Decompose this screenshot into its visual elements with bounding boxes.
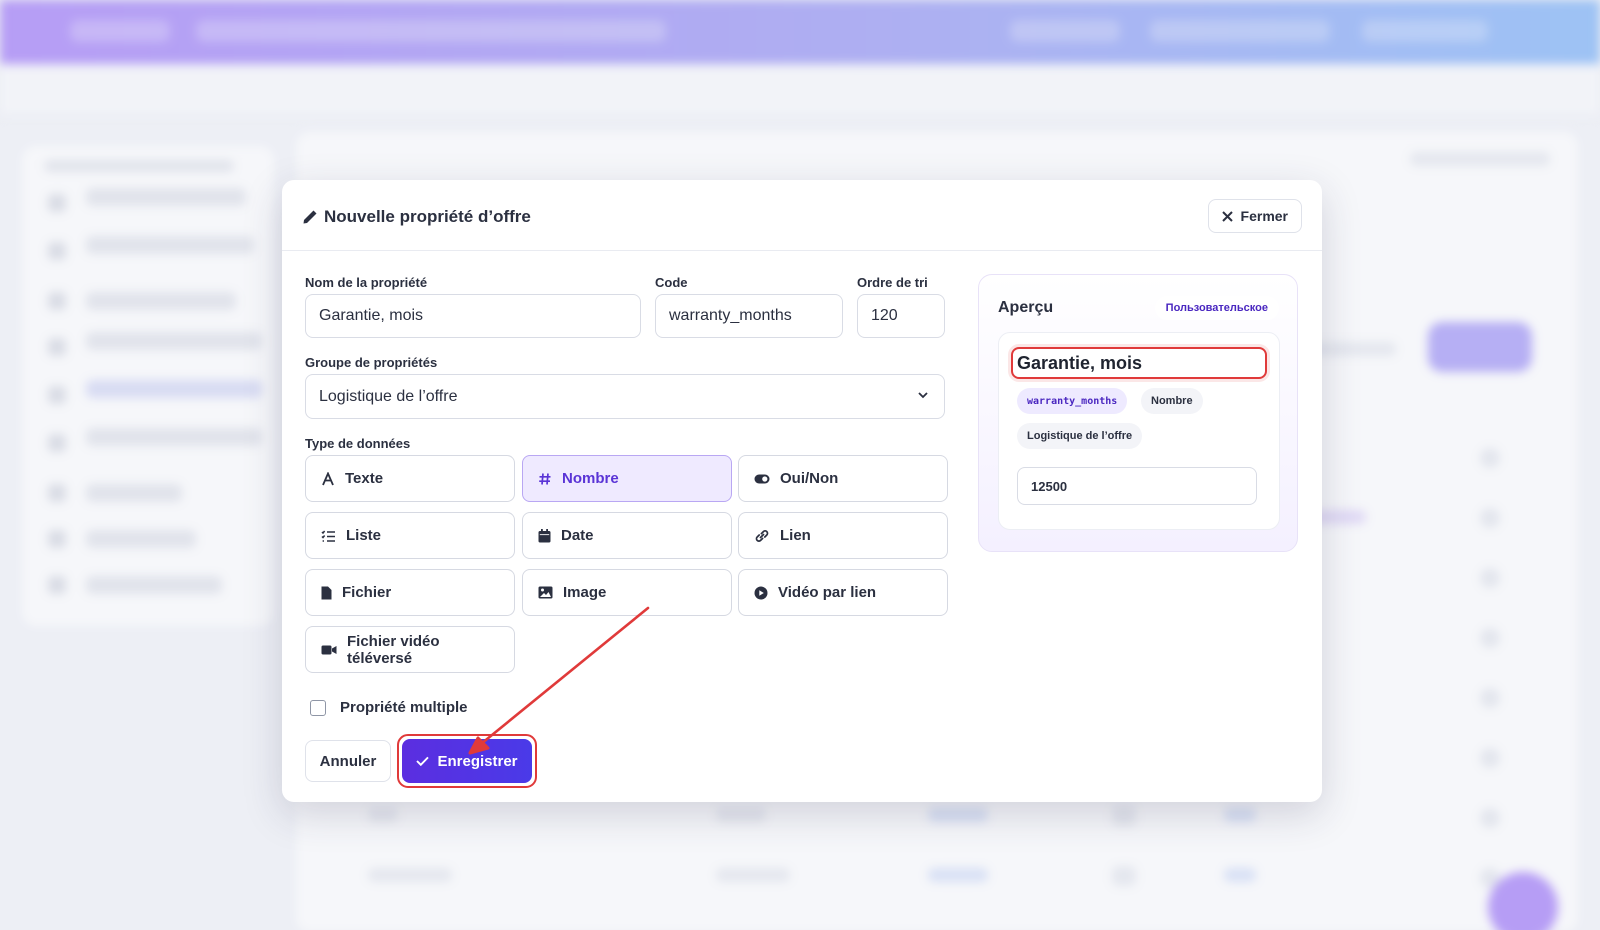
preview-example-input[interactable]: 12500	[1017, 467, 1257, 505]
list-icon	[321, 530, 335, 542]
close-button[interactable]: Fermer	[1207, 199, 1302, 233]
link-icon	[755, 529, 769, 542]
video-camera-icon	[321, 645, 337, 654]
code-input[interactable]: warranty_months	[655, 294, 843, 338]
name-input[interactable]: Garantie, mois	[305, 294, 641, 338]
type-number-button[interactable]: Nombre	[522, 455, 732, 502]
type-file-button[interactable]: Fichier	[305, 569, 515, 616]
save-button[interactable]: Enregistrer	[402, 739, 532, 783]
name-label: Nom de la propriété	[305, 275, 428, 290]
preview-type-chip: Nombre	[1141, 388, 1203, 414]
save-label: Enregistrer	[437, 752, 518, 770]
preview-card: Garantie, mois warranty_months Nombre Lo…	[998, 332, 1280, 530]
preview-name: Garantie, mois	[1011, 347, 1267, 379]
preview-panel: Aperçu Пользовательское Garantie, mois w…	[978, 274, 1298, 552]
type-boolean-button[interactable]: Oui/Non	[738, 455, 948, 502]
preview-group-chip: Logistique de l’offre	[1017, 423, 1143, 449]
close-label: Fermer	[1240, 208, 1288, 224]
preview-badge: Пользовательское	[1154, 296, 1279, 320]
check-icon	[416, 756, 430, 766]
type-list-button[interactable]: Liste	[305, 512, 515, 559]
multiple-checkbox[interactable]	[310, 699, 326, 716]
image-icon	[538, 586, 553, 599]
code-label: Code	[655, 275, 688, 290]
multiple-label: Propriété multiple	[340, 699, 468, 716]
file-icon	[321, 586, 332, 599]
cancel-button[interactable]: Annuler	[305, 740, 391, 782]
type-link-button[interactable]: Lien	[738, 512, 948, 559]
group-label: Groupe de propriétés	[305, 355, 438, 370]
group-select-value: Logistique de l’offre	[319, 387, 458, 405]
type-label: Type de données	[305, 436, 411, 451]
text-icon	[322, 471, 334, 485]
sort-input[interactable]: 120	[857, 294, 945, 338]
modal-title-text: Nouvelle propriété d’offre	[324, 207, 531, 226]
type-text-button[interactable]: Texte	[305, 455, 515, 502]
type-video-link-button[interactable]: Vidéo par lien	[738, 569, 948, 616]
play-icon	[754, 586, 768, 599]
property-modal: Nouvelle propriété d’offre Fermer Nom de…	[282, 180, 1322, 802]
preview-title: Aperçu	[998, 299, 1054, 316]
preview-code-chip: warranty_months	[1017, 388, 1128, 414]
chevron-down-icon	[918, 392, 928, 399]
type-date-button[interactable]: Date	[522, 512, 732, 559]
multiple-row: Propriété multiple	[310, 699, 468, 716]
modal-header: Nouvelle propriété d’offre Fermer	[282, 180, 1322, 251]
close-icon	[1221, 210, 1233, 222]
sort-label: Ordre de tri	[857, 275, 928, 290]
modal-title: Nouvelle propriété d’offre	[302, 207, 531, 227]
type-image-button[interactable]: Image	[522, 569, 732, 616]
toggle-icon	[754, 474, 770, 483]
calendar-icon	[538, 528, 551, 542]
hash-icon	[539, 472, 551, 485]
type-video-file-button[interactable]: Fichier vidéo téléversé	[305, 626, 515, 673]
group-select[interactable]: Logistique de l’offre	[305, 374, 945, 419]
pencil-icon	[303, 210, 317, 224]
